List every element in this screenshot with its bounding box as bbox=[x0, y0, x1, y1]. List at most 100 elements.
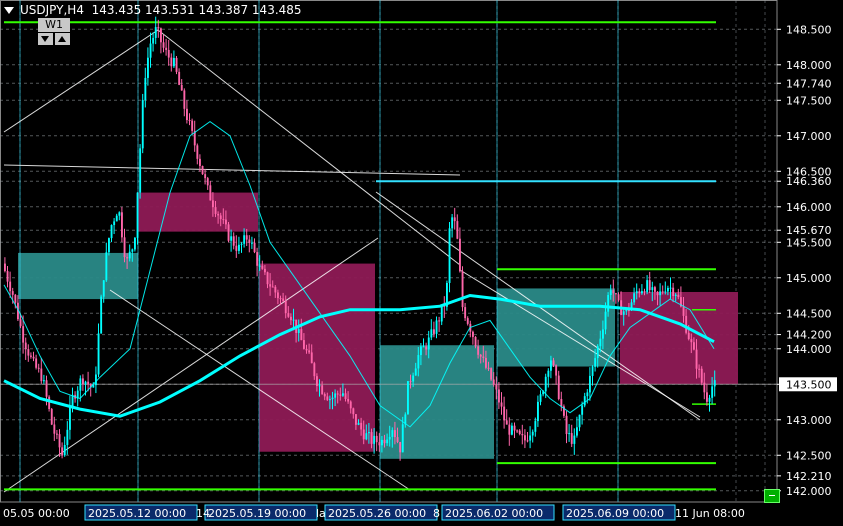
price-label: 147.500 bbox=[786, 94, 832, 107]
ohlc-values: 143.435 143.531 143.387 143.485 bbox=[91, 3, 302, 17]
candle-body bbox=[97, 333, 100, 375]
one-click-trade-icon[interactable] bbox=[764, 489, 780, 503]
candle-body bbox=[167, 49, 170, 58]
candle-body bbox=[79, 378, 82, 391]
time-axis: 05.05 00:00 2025.05.12 00:00 2025.05.19 00… bbox=[3, 504, 745, 521]
time-label: 2025.06.02 00:00 bbox=[445, 507, 543, 520]
candle-body bbox=[331, 397, 334, 400]
candle-body bbox=[492, 379, 495, 385]
candle-body bbox=[482, 356, 485, 358]
time-label-fragment: 14 bbox=[196, 507, 210, 520]
candle-body bbox=[290, 316, 292, 321]
candle-body bbox=[128, 251, 131, 259]
time-label: 11 Jun 08:00 bbox=[675, 507, 745, 520]
dropdown-triangle-icon[interactable] bbox=[4, 7, 14, 14]
time-label-fragment: 8 bbox=[433, 507, 440, 520]
candle-body bbox=[214, 207, 217, 214]
candle-body bbox=[378, 442, 381, 446]
candle-body bbox=[113, 221, 116, 226]
candle-body bbox=[27, 349, 30, 356]
candle-body bbox=[440, 305, 443, 322]
candle-body bbox=[524, 435, 526, 441]
time-label: 2025.05.19 00:00 bbox=[208, 507, 306, 520]
candle-body bbox=[373, 435, 376, 444]
candle-body bbox=[178, 71, 181, 85]
chevron-down-icon[interactable] bbox=[38, 33, 53, 45]
candle-body bbox=[30, 355, 32, 357]
candle-body bbox=[297, 329, 300, 333]
candle-body bbox=[698, 368, 701, 370]
candle-body bbox=[521, 433, 524, 436]
candle-body bbox=[115, 215, 118, 222]
candle-body bbox=[235, 245, 238, 251]
candle-body bbox=[139, 148, 142, 193]
candle-body bbox=[706, 392, 708, 402]
candle-body bbox=[531, 431, 534, 436]
candle-body bbox=[186, 108, 188, 121]
candle-body bbox=[474, 336, 477, 347]
candle-body bbox=[472, 331, 474, 337]
price-label: 143.000 bbox=[786, 414, 832, 427]
candle-body bbox=[305, 348, 308, 351]
candle-body bbox=[594, 358, 597, 367]
candle-body bbox=[191, 120, 194, 131]
candle-body bbox=[589, 375, 591, 393]
candle-body bbox=[638, 291, 641, 294]
candle-body bbox=[22, 326, 25, 343]
candle-body bbox=[196, 145, 199, 159]
period-button-w1[interactable]: W1 bbox=[38, 18, 70, 32]
period-switcher[interactable]: W1 bbox=[38, 18, 70, 46]
candle-body bbox=[175, 57, 178, 72]
candle-body bbox=[173, 57, 175, 67]
candle-body bbox=[516, 430, 519, 432]
time-label-fragment: la bbox=[316, 507, 326, 520]
candle-body bbox=[102, 280, 105, 297]
candle-body bbox=[141, 99, 144, 149]
candle-body bbox=[583, 396, 586, 406]
candle-body bbox=[674, 294, 677, 297]
candle-body bbox=[180, 84, 183, 91]
price-label: 145.500 bbox=[786, 236, 832, 249]
candle-body bbox=[375, 435, 378, 443]
candle-body bbox=[599, 338, 602, 347]
price-label: 147.740 bbox=[786, 77, 832, 90]
candle-body bbox=[108, 238, 110, 253]
price-label: 142.500 bbox=[786, 449, 832, 462]
price-chart[interactable]: 148.500148.000147.740147.500147.000146.5… bbox=[0, 0, 843, 526]
candle-body bbox=[245, 235, 248, 240]
candle-body bbox=[321, 385, 324, 395]
candle-body bbox=[612, 290, 615, 294]
candle-body bbox=[661, 291, 664, 293]
candle-body bbox=[648, 280, 651, 291]
candle-body bbox=[282, 298, 285, 302]
candle-body bbox=[40, 368, 43, 382]
candle-body bbox=[162, 42, 165, 48]
candle-body bbox=[368, 432, 370, 434]
candle-body bbox=[505, 420, 508, 425]
candle-body bbox=[422, 346, 425, 348]
candle-body bbox=[105, 252, 108, 281]
candle-body bbox=[82, 378, 84, 385]
candle-body bbox=[685, 315, 688, 333]
candle-body bbox=[100, 296, 103, 334]
candle-body bbox=[544, 376, 547, 392]
supply-zone bbox=[620, 291, 738, 385]
candle-body bbox=[370, 432, 373, 444]
candle-body bbox=[342, 393, 344, 396]
candle-body bbox=[238, 244, 240, 251]
candle-body bbox=[183, 90, 186, 109]
candle-body bbox=[347, 398, 350, 402]
supply-demand-zones bbox=[18, 192, 738, 459]
candle-body bbox=[586, 392, 589, 397]
candle-body bbox=[61, 447, 64, 456]
chevron-up-icon[interactable] bbox=[55, 33, 70, 45]
trend-line bbox=[3, 29, 159, 133]
candle-body bbox=[349, 401, 352, 409]
candle-body bbox=[490, 368, 493, 380]
candle-body bbox=[292, 319, 295, 321]
candle-body bbox=[407, 381, 409, 415]
candle-body bbox=[615, 293, 617, 295]
candle-body bbox=[448, 228, 451, 283]
candle-body bbox=[157, 27, 160, 29]
candle-body bbox=[35, 358, 38, 368]
